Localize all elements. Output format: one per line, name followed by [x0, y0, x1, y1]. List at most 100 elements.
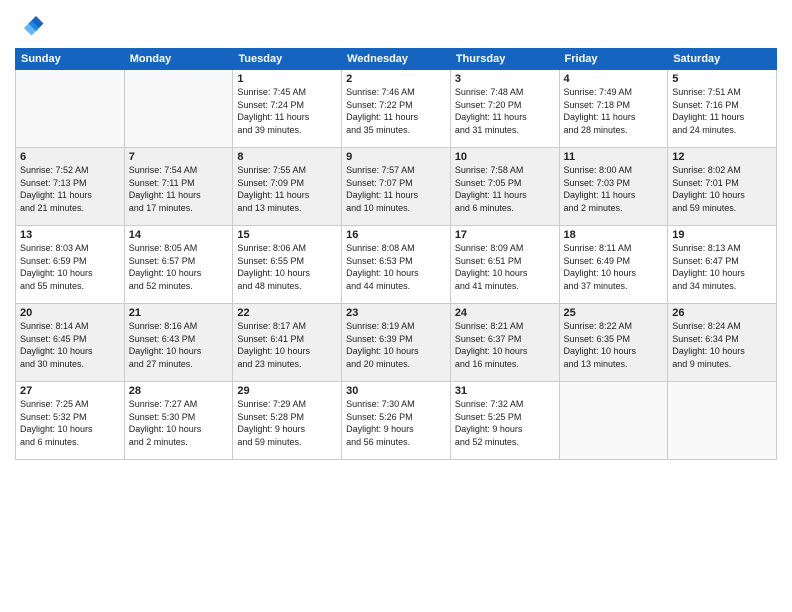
header-wednesday: Wednesday: [342, 49, 451, 70]
day-info: Sunrise: 8:21 AM Sunset: 6:37 PM Dayligh…: [455, 320, 555, 370]
day-info: Sunrise: 8:09 AM Sunset: 6:51 PM Dayligh…: [455, 242, 555, 292]
day-number: 25: [564, 307, 664, 319]
day-number: 27: [20, 385, 120, 397]
calendar-cell: 9Sunrise: 7:57 AM Sunset: 7:07 PM Daylig…: [342, 148, 451, 226]
day-info: Sunrise: 8:16 AM Sunset: 6:43 PM Dayligh…: [129, 320, 229, 370]
day-info: Sunrise: 8:22 AM Sunset: 6:35 PM Dayligh…: [564, 320, 664, 370]
day-info: Sunrise: 8:00 AM Sunset: 7:03 PM Dayligh…: [564, 164, 664, 214]
day-number: 21: [129, 307, 229, 319]
week-row-3: 13Sunrise: 8:03 AM Sunset: 6:59 PM Dayli…: [16, 226, 777, 304]
day-number: 2: [346, 73, 446, 85]
calendar-cell: 15Sunrise: 8:06 AM Sunset: 6:55 PM Dayli…: [233, 226, 342, 304]
day-number: 7: [129, 151, 229, 163]
day-info: Sunrise: 8:03 AM Sunset: 6:59 PM Dayligh…: [20, 242, 120, 292]
calendar-cell: [559, 382, 668, 460]
calendar-cell: 14Sunrise: 8:05 AM Sunset: 6:57 PM Dayli…: [124, 226, 233, 304]
week-row-1: 1Sunrise: 7:45 AM Sunset: 7:24 PM Daylig…: [16, 70, 777, 148]
day-number: 17: [455, 229, 555, 241]
calendar-cell: 20Sunrise: 8:14 AM Sunset: 6:45 PM Dayli…: [16, 304, 125, 382]
day-number: 20: [20, 307, 120, 319]
day-info: Sunrise: 7:48 AM Sunset: 7:20 PM Dayligh…: [455, 86, 555, 136]
logo: [15, 10, 49, 40]
day-number: 8: [237, 151, 337, 163]
calendar-cell: 5Sunrise: 7:51 AM Sunset: 7:16 PM Daylig…: [668, 70, 777, 148]
calendar-cell: 29Sunrise: 7:29 AM Sunset: 5:28 PM Dayli…: [233, 382, 342, 460]
day-number: 11: [564, 151, 664, 163]
day-info: Sunrise: 7:58 AM Sunset: 7:05 PM Dayligh…: [455, 164, 555, 214]
calendar-cell: [124, 70, 233, 148]
calendar-cell: 16Sunrise: 8:08 AM Sunset: 6:53 PM Dayli…: [342, 226, 451, 304]
header-sunday: Sunday: [16, 49, 125, 70]
day-number: 12: [672, 151, 772, 163]
day-number: 6: [20, 151, 120, 163]
day-info: Sunrise: 7:49 AM Sunset: 7:18 PM Dayligh…: [564, 86, 664, 136]
day-info: Sunrise: 8:02 AM Sunset: 7:01 PM Dayligh…: [672, 164, 772, 214]
day-number: 15: [237, 229, 337, 241]
day-number: 19: [672, 229, 772, 241]
day-number: 31: [455, 385, 555, 397]
day-info: Sunrise: 7:27 AM Sunset: 5:30 PM Dayligh…: [129, 398, 229, 448]
day-number: 13: [20, 229, 120, 241]
calendar-cell: 13Sunrise: 8:03 AM Sunset: 6:59 PM Dayli…: [16, 226, 125, 304]
day-info: Sunrise: 7:46 AM Sunset: 7:22 PM Dayligh…: [346, 86, 446, 136]
day-number: 30: [346, 385, 446, 397]
day-info: Sunrise: 7:25 AM Sunset: 5:32 PM Dayligh…: [20, 398, 120, 448]
day-info: Sunrise: 8:06 AM Sunset: 6:55 PM Dayligh…: [237, 242, 337, 292]
day-number: 9: [346, 151, 446, 163]
calendar-cell: 19Sunrise: 8:13 AM Sunset: 6:47 PM Dayli…: [668, 226, 777, 304]
day-info: Sunrise: 7:45 AM Sunset: 7:24 PM Dayligh…: [237, 86, 337, 136]
calendar-cell: 4Sunrise: 7:49 AM Sunset: 7:18 PM Daylig…: [559, 70, 668, 148]
day-info: Sunrise: 8:11 AM Sunset: 6:49 PM Dayligh…: [564, 242, 664, 292]
header-row: SundayMondayTuesdayWednesdayThursdayFrid…: [16, 49, 777, 70]
day-info: Sunrise: 8:08 AM Sunset: 6:53 PM Dayligh…: [346, 242, 446, 292]
day-info: Sunrise: 8:05 AM Sunset: 6:57 PM Dayligh…: [129, 242, 229, 292]
calendar-cell: 25Sunrise: 8:22 AM Sunset: 6:35 PM Dayli…: [559, 304, 668, 382]
day-info: Sunrise: 8:17 AM Sunset: 6:41 PM Dayligh…: [237, 320, 337, 370]
calendar-cell: [668, 382, 777, 460]
calendar-cell: [16, 70, 125, 148]
week-row-4: 20Sunrise: 8:14 AM Sunset: 6:45 PM Dayli…: [16, 304, 777, 382]
calendar-cell: 24Sunrise: 8:21 AM Sunset: 6:37 PM Dayli…: [450, 304, 559, 382]
day-number: 23: [346, 307, 446, 319]
day-info: Sunrise: 8:13 AM Sunset: 6:47 PM Dayligh…: [672, 242, 772, 292]
calendar-table: SundayMondayTuesdayWednesdayThursdayFrid…: [15, 48, 777, 460]
week-row-2: 6Sunrise: 7:52 AM Sunset: 7:13 PM Daylig…: [16, 148, 777, 226]
header-monday: Monday: [124, 49, 233, 70]
day-number: 28: [129, 385, 229, 397]
day-number: 10: [455, 151, 555, 163]
header-thursday: Thursday: [450, 49, 559, 70]
calendar-cell: 8Sunrise: 7:55 AM Sunset: 7:09 PM Daylig…: [233, 148, 342, 226]
logo-icon: [15, 10, 45, 40]
day-number: 18: [564, 229, 664, 241]
day-info: Sunrise: 7:30 AM Sunset: 5:26 PM Dayligh…: [346, 398, 446, 448]
day-number: 4: [564, 73, 664, 85]
day-info: Sunrise: 7:51 AM Sunset: 7:16 PM Dayligh…: [672, 86, 772, 136]
calendar-cell: 22Sunrise: 8:17 AM Sunset: 6:41 PM Dayli…: [233, 304, 342, 382]
calendar-cell: 7Sunrise: 7:54 AM Sunset: 7:11 PM Daylig…: [124, 148, 233, 226]
calendar-cell: 3Sunrise: 7:48 AM Sunset: 7:20 PM Daylig…: [450, 70, 559, 148]
day-info: Sunrise: 7:52 AM Sunset: 7:13 PM Dayligh…: [20, 164, 120, 214]
day-number: 29: [237, 385, 337, 397]
day-number: 5: [672, 73, 772, 85]
day-info: Sunrise: 7:54 AM Sunset: 7:11 PM Dayligh…: [129, 164, 229, 214]
calendar-cell: 27Sunrise: 7:25 AM Sunset: 5:32 PM Dayli…: [16, 382, 125, 460]
calendar-cell: 6Sunrise: 7:52 AM Sunset: 7:13 PM Daylig…: [16, 148, 125, 226]
header-friday: Friday: [559, 49, 668, 70]
day-number: 22: [237, 307, 337, 319]
day-number: 26: [672, 307, 772, 319]
day-info: Sunrise: 7:32 AM Sunset: 5:25 PM Dayligh…: [455, 398, 555, 448]
calendar-cell: 28Sunrise: 7:27 AM Sunset: 5:30 PM Dayli…: [124, 382, 233, 460]
calendar-cell: 10Sunrise: 7:58 AM Sunset: 7:05 PM Dayli…: [450, 148, 559, 226]
calendar-cell: 30Sunrise: 7:30 AM Sunset: 5:26 PM Dayli…: [342, 382, 451, 460]
calendar-cell: 17Sunrise: 8:09 AM Sunset: 6:51 PM Dayli…: [450, 226, 559, 304]
day-number: 16: [346, 229, 446, 241]
day-info: Sunrise: 7:29 AM Sunset: 5:28 PM Dayligh…: [237, 398, 337, 448]
day-info: Sunrise: 8:19 AM Sunset: 6:39 PM Dayligh…: [346, 320, 446, 370]
header-saturday: Saturday: [668, 49, 777, 70]
calendar-cell: 12Sunrise: 8:02 AM Sunset: 7:01 PM Dayli…: [668, 148, 777, 226]
day-info: Sunrise: 7:55 AM Sunset: 7:09 PM Dayligh…: [237, 164, 337, 214]
day-number: 14: [129, 229, 229, 241]
day-number: 24: [455, 307, 555, 319]
day-number: 1: [237, 73, 337, 85]
week-row-5: 27Sunrise: 7:25 AM Sunset: 5:32 PM Dayli…: [16, 382, 777, 460]
